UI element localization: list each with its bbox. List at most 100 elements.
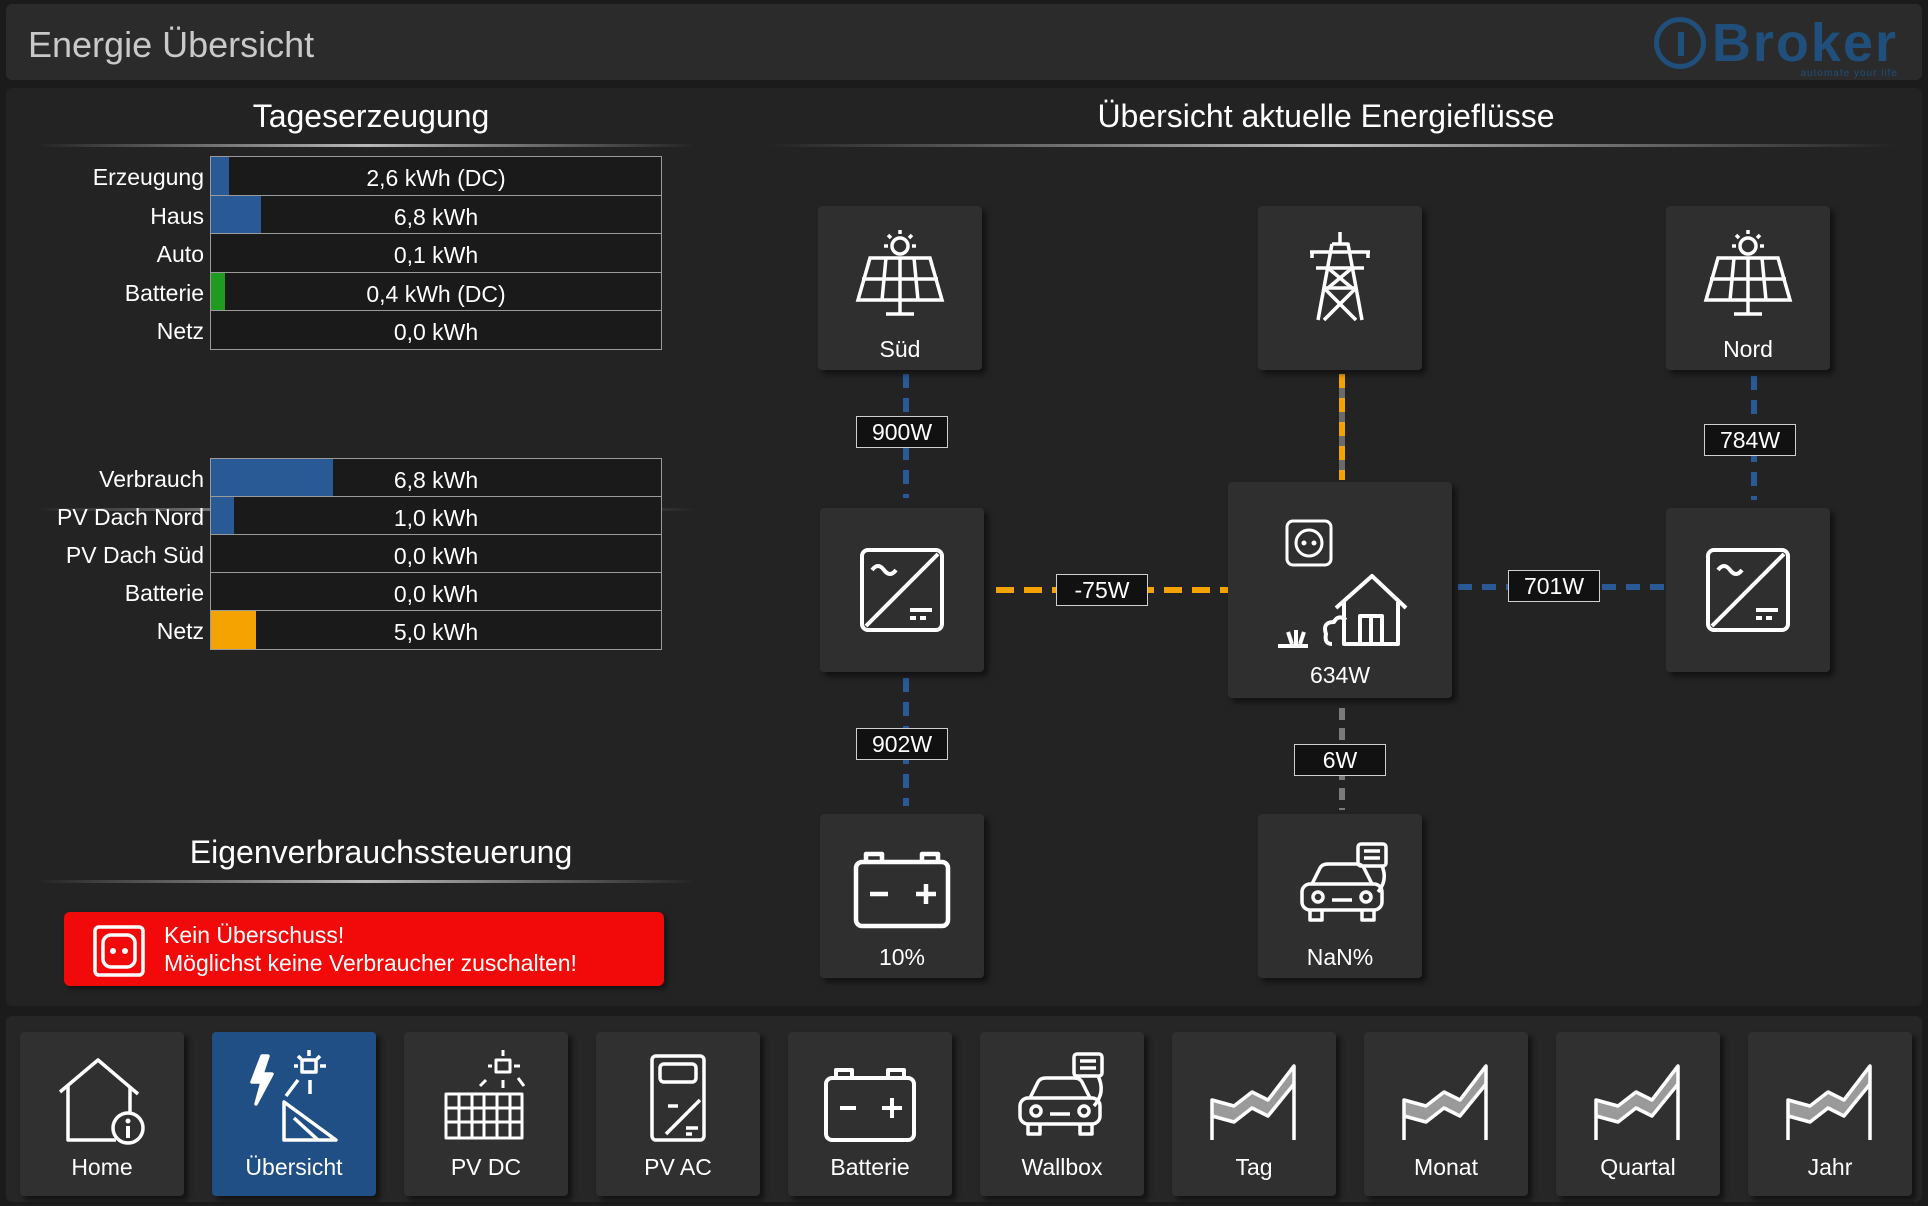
energy-row-label: PV Dach Nord [56,504,204,530]
energy-row-label: Netz [156,318,204,344]
alert-line-2: Möglichst keine Verbraucher zuschalten! [164,950,577,976]
bottom-nav: Home Übersicht PV DC PV AC Batterie Wall… [6,1016,1922,1202]
power-socket-icon [1285,519,1333,567]
area-chart-icon [1594,1064,1680,1140]
energy-bar-value: 0,0 kWh [393,543,479,569]
tile-pv-sued-label: Süd [879,336,921,362]
house-icon [1278,574,1408,648]
tile-car[interactable]: NaN% [1258,814,1422,978]
inverter-icon [860,548,944,632]
tile-pv-nord[interactable]: Nord [1666,206,1830,370]
energy-bar: 2,6 kWh (DC) [210,156,662,196]
power-label-house-nord: 701W [1508,570,1600,602]
car-soc-value: NaN% [1306,944,1374,970]
page-title: Energie Übersicht [28,24,315,65]
energy-bar: 0,0 kWh [210,534,662,574]
solar-panel-sun-icon [1703,230,1793,316]
energy-bar-value: 1,0 kWh [393,505,479,531]
nav-year[interactable]: Jahr [1748,1032,1912,1196]
nav-wallbox-label: Wallbox [1021,1154,1103,1180]
nav-quarter[interactable]: Quartal [1556,1032,1720,1196]
tile-pv-sued[interactable]: Süd [818,206,982,370]
energy-bar: 0,0 kWh [210,572,662,612]
car-charging-icon [1018,1052,1104,1136]
nav-battery-label: Batterie [830,1154,910,1180]
power-label-inverter-house: -75W [1056,574,1148,606]
energy-row-label: Batterie [124,580,204,606]
energy-row-label: Haus [150,202,204,229]
nav-wallbox[interactable]: Wallbox [980,1032,1144,1196]
nav-quarter-label: Quartal [1600,1154,1676,1180]
home-info-icon [58,1058,145,1145]
flows-title: Übersicht aktuelle Energieflüsse [1097,98,1555,134]
nav-pv-ac[interactable]: PV AC [596,1032,760,1196]
solar-panel-icon [444,1050,526,1140]
brand-name: Broker [1711,13,1898,73]
nav-month-label: Monat [1414,1154,1478,1180]
tile-grid[interactable] [1258,206,1422,370]
solar-panel-sun-icon [855,230,945,316]
nav-overview[interactable]: Übersicht [212,1032,376,1196]
production-title: Tageserzeugung [252,98,490,134]
tile-inverter-nord[interactable] [1666,508,1830,672]
energy-bar: 1,0 kWh [210,496,662,536]
main-panel: Tageserzeugung Erzeugung 2,6 kWh (DC) Haus… [6,88,1922,1006]
energy-bar: 0,0 kWh [210,310,662,350]
battery-icon [824,1068,916,1142]
inverter-icon [650,1054,706,1142]
energy-bar: 6,8 kWh [210,194,662,235]
energy-bar: 6,8 kWh [210,458,662,498]
alert-line-1: Kein Überschuss! [164,922,345,948]
tile-battery[interactable]: 10% [820,814,984,978]
energy-row-label: PV Dach Süd [65,542,204,568]
surplus-alert: Kein Überschuss! Möglichst keine Verbrau… [64,912,664,986]
nav-home[interactable]: Home [20,1032,184,1196]
energy-bar: 5,0 kWh [210,610,662,650]
inverter-icon [1706,548,1790,632]
energy-row-label: Netz [156,618,204,644]
nav-year-label: Jahr [1807,1154,1853,1180]
header-bar: Energie Übersicht Broker automate your l… [6,4,1922,80]
energy-bar-value: 0,0 kWh [393,581,479,607]
brand-logo: Broker automate your life [1653,12,1898,79]
nav-home-label: Home [71,1154,133,1180]
brand-tagline: automate your life [1800,68,1898,79]
control-title: Eigenverbrauchssteuerung [189,834,573,870]
energy-row: Verbrauch 6,8 kWh [12,458,672,498]
energy-row-label: Verbrauch [99,466,204,492]
battery-soc-value: 10% [878,944,926,970]
energy-bar-value: 6,8 kWh [393,203,479,230]
overview-icon [250,1050,338,1142]
energy-bar-value: 0,4 kWh (DC) [366,280,506,307]
tile-pv-nord-label: Nord [1723,336,1773,362]
tile-inverter-sued[interactable] [820,508,984,672]
nav-day-label: Tag [1235,1154,1273,1180]
area-chart-icon [1210,1064,1296,1140]
energy-row: PV Dach Nord 1,0 kWh [12,496,672,536]
tile-house[interactable]: 634W [1228,482,1452,698]
car-charging-icon [1300,842,1388,922]
nav-pv-dc[interactable]: PV DC [404,1032,568,1196]
nav-month[interactable]: Monat [1364,1032,1528,1196]
nav-pv-dc-label: PV DC [450,1154,522,1180]
energy-row: Netz 5,0 kWh [12,610,672,650]
energy-row-label: Erzeugung [92,164,204,190]
production-divider [36,144,696,147]
power-label-sued: 900W [856,416,948,448]
energy-row-label: Auto [156,241,204,267]
energy-bar-value: 6,8 kWh [393,467,479,493]
energy-row-label: Batterie [124,279,204,306]
power-label-nord: 784W [1704,424,1796,456]
control-divider [36,880,696,883]
nav-battery[interactable]: Batterie [788,1032,952,1196]
energy-bar-value: 2,6 kWh (DC) [366,165,506,191]
power-socket-icon [93,925,145,977]
nav-pv-ac-label: PV AC [644,1154,712,1180]
energy-row: Erzeugung 2,6 kWh (DC) [12,156,672,196]
area-chart-icon [1402,1064,1488,1140]
nav-day[interactable]: Tag [1172,1032,1336,1196]
nav-overview-label: Übersicht [245,1154,343,1180]
energy-bar-value: 0,0 kWh [393,319,479,345]
area-chart-icon [1786,1064,1872,1140]
energy-row: Batterie 0,0 kWh [12,572,672,612]
